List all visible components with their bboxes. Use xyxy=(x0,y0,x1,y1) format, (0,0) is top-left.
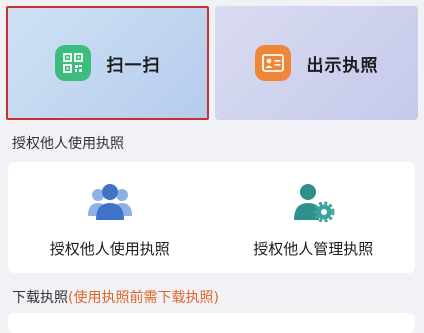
authorize-use-label: 授权他人使用执照 xyxy=(49,240,170,258)
qr-code-icon xyxy=(54,45,91,81)
authorize-section-title: 授权他人使用执照 xyxy=(12,136,124,152)
scan-tile[interactable]: 扫一扫 xyxy=(6,6,209,120)
show-license-tile[interactable]: 出示执照 xyxy=(215,6,418,120)
authorize-manage-button[interactable]: 授权他人管理执照 xyxy=(212,162,416,273)
authorize-use-button[interactable]: 授权他人使用执照 xyxy=(8,162,212,273)
authorize-manage-label: 授权他人管理执照 xyxy=(253,240,374,258)
show-license-label: 出示执照 xyxy=(306,55,379,76)
download-card xyxy=(8,313,415,333)
user-settings-icon xyxy=(294,184,335,222)
download-note: (使用执照前需下载执照) xyxy=(68,290,219,306)
users-group-icon xyxy=(87,184,132,220)
scan-label: 扫一扫 xyxy=(106,55,161,76)
download-title-text: 下载执照 xyxy=(12,290,68,306)
license-card-icon xyxy=(254,45,291,81)
authorize-card: 授权他人使用执照 授权他人管理执照 xyxy=(8,162,415,273)
download-section-title: 下载执照(使用执照前需下载执照) xyxy=(12,287,219,307)
